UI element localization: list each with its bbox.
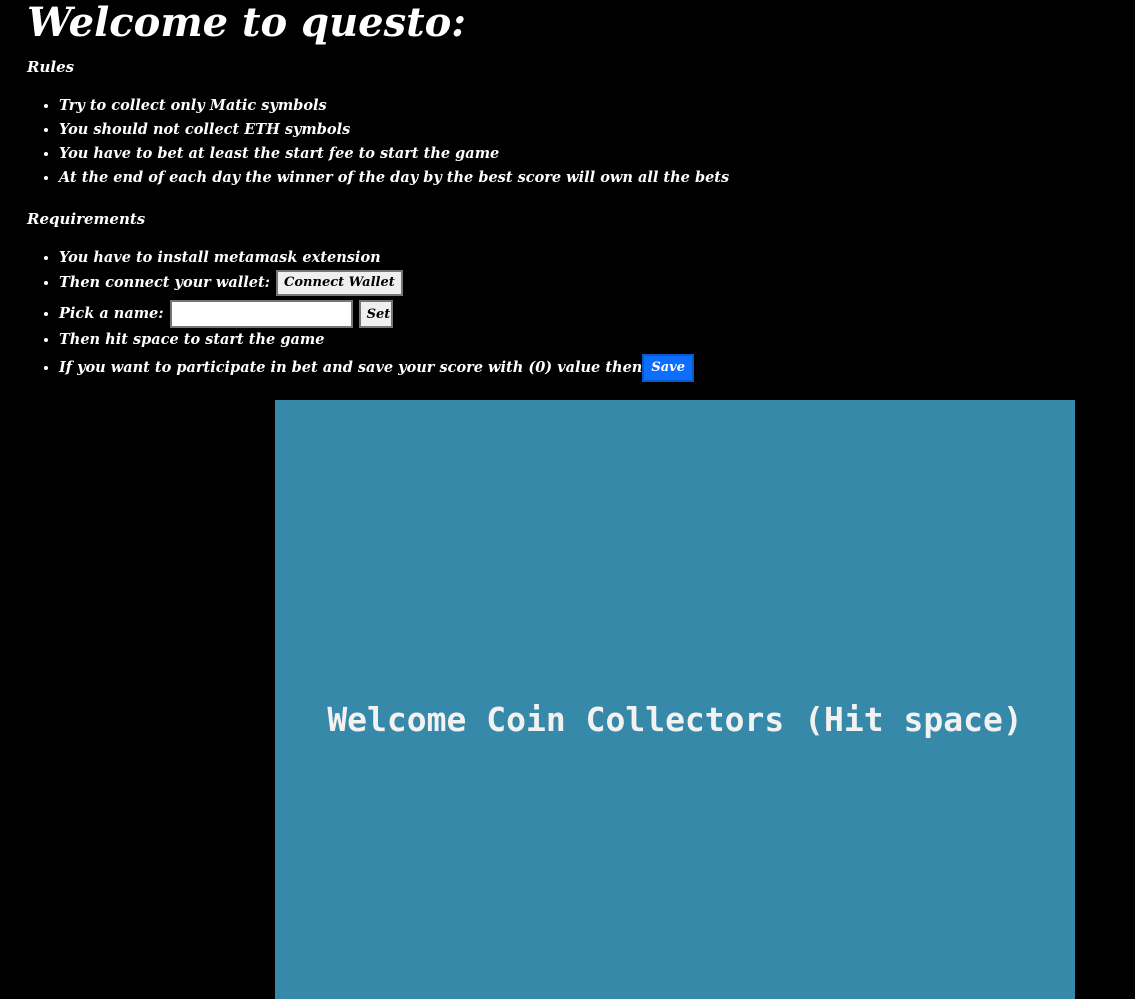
rule-item: At the end of each day the winner of the… xyxy=(59,168,729,192)
rule-item: You should not collect ETH symbols xyxy=(59,120,729,144)
requirements-list: You have to install metamask extension T… xyxy=(27,248,694,384)
save-button[interactable]: Save xyxy=(642,354,694,382)
game-canvas[interactable]: Welcome Coin Collectors (Hit space) xyxy=(275,400,1075,999)
rule-item: Try to collect only Matic symbols xyxy=(59,96,729,120)
save-text: If you want to participate in bet and sa… xyxy=(59,359,643,376)
connect-wallet-button[interactable]: Connect Wallet xyxy=(276,270,403,296)
connect-text: Then connect your wallet: xyxy=(59,274,271,291)
rules-heading: Rules xyxy=(27,58,75,76)
set-name-button[interactable]: Set xyxy=(358,300,393,328)
name-input[interactable] xyxy=(169,300,353,328)
requirement-install: You have to install metamask extension xyxy=(59,248,694,270)
page-title: Welcome to questo: xyxy=(27,0,467,46)
requirement-save: If you want to participate in bet and sa… xyxy=(59,354,694,384)
requirement-name: Pick a name: Set xyxy=(59,300,694,330)
start-text: Then hit space to start the game xyxy=(59,331,325,348)
game-welcome-message: Welcome Coin Collectors (Hit space) xyxy=(327,700,1023,739)
name-text: Pick a name: xyxy=(59,305,164,322)
install-text: You have to install metamask extension xyxy=(59,249,381,266)
requirement-connect: Then connect your wallet: Connect Wallet xyxy=(59,270,694,300)
requirement-start: Then hit space to start the game xyxy=(59,330,694,354)
rule-item: You have to bet at least the start fee t… xyxy=(59,144,729,168)
rules-list: Try to collect only Matic symbols You sh… xyxy=(27,96,729,192)
requirements-heading: Requirements xyxy=(27,210,146,228)
